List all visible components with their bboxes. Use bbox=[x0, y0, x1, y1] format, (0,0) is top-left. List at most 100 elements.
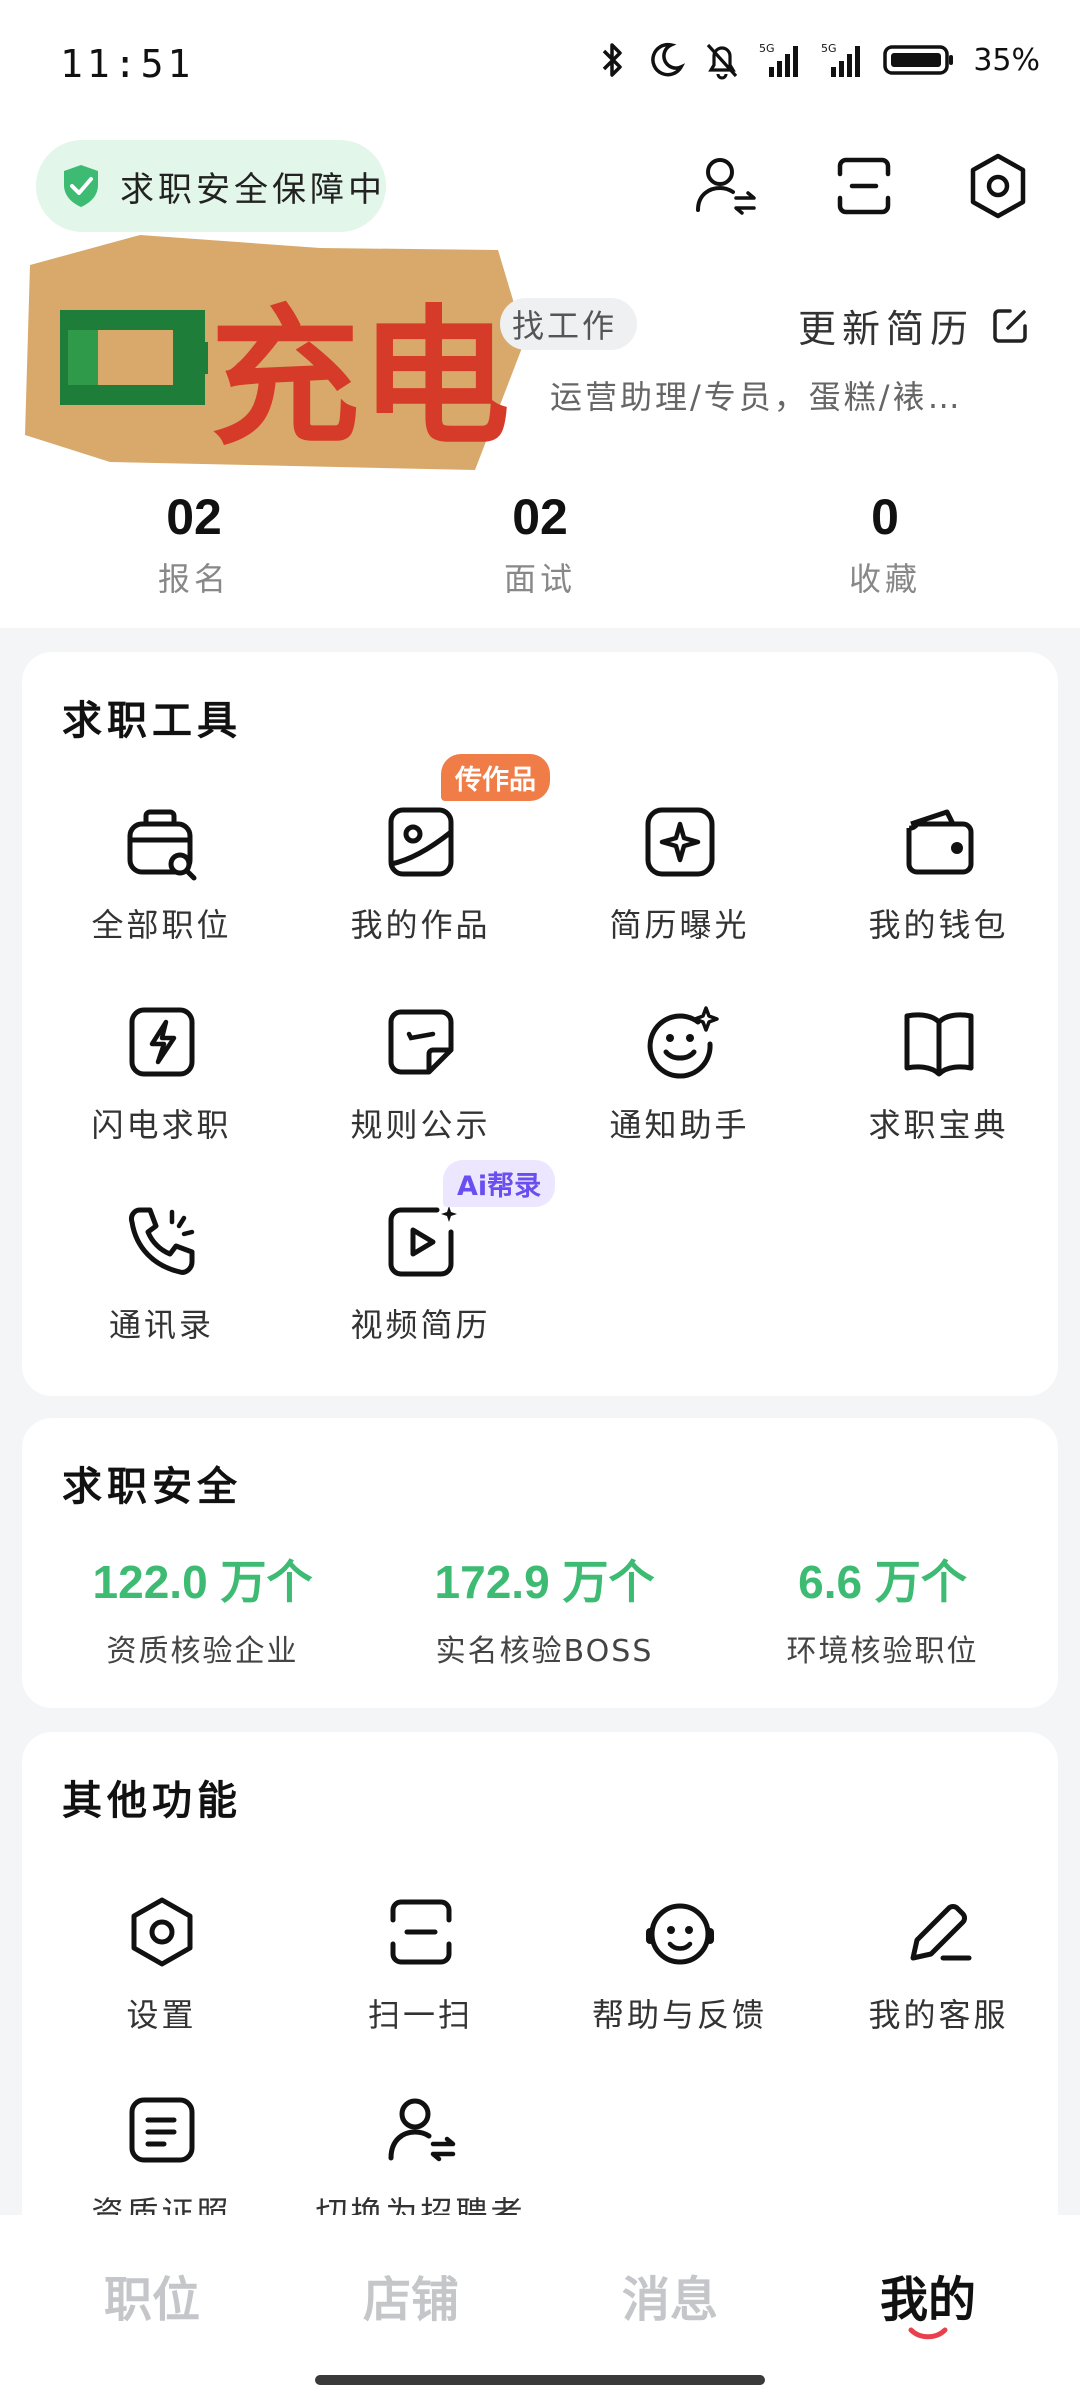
job-tools-card: 求职工具 全部职位 我的作品 传作品 简历曝光 我的钱包 闪电求职 规则公示 通… bbox=[22, 652, 1058, 1396]
job-safety-pill[interactable]: 求职安全保障中 bbox=[36, 140, 386, 232]
tool-label: 我的作品 bbox=[350, 906, 491, 944]
scan-icon bbox=[837, 157, 891, 215]
safety-stat-positions[interactable]: 6.6 万个 环境核验职位 bbox=[710, 1546, 1055, 1670]
rules-icon bbox=[388, 1009, 453, 1075]
avatar-sticker[interactable]: 充电 bbox=[20, 230, 530, 475]
active-tab-indicator bbox=[908, 2327, 948, 2340]
stat-favorites-number: 0 bbox=[871, 489, 899, 545]
status-time: 11:51 bbox=[60, 42, 195, 86]
tool-label: 求职宝典 bbox=[868, 1106, 1009, 1144]
job-safety-label: 求职安全保障中 bbox=[120, 169, 386, 210]
job-safety-card: 求职安全 122.0 万个 资质核验企业 172.9 万个 实名核验BOSS 6… bbox=[22, 1418, 1058, 1708]
tool-flash-apply[interactable]: 闪电求职 bbox=[32, 1002, 291, 1146]
signal-icon-1: 5G bbox=[759, 42, 799, 77]
stat-interview-label: 面试 bbox=[503, 560, 576, 598]
network-label-1: 5G bbox=[759, 42, 775, 55]
update-resume-label: 更新简历 bbox=[797, 307, 974, 351]
help-feedback-icon bbox=[645, 1903, 714, 1965]
other-functions-card: 其他功能 设置 扫一扫 帮助与反馈 我的客服 资质证照 切换为招聘者 bbox=[22, 1732, 1058, 2292]
tab-jobs[interactable]: 职位 bbox=[17, 2260, 287, 2330]
portfolio-icon bbox=[388, 807, 453, 877]
safety-stat-label: 环境核验职位 bbox=[786, 1634, 979, 1669]
video-resume-icon bbox=[388, 1206, 457, 1277]
moon-icon bbox=[651, 42, 686, 77]
tool-contacts[interactable]: 通讯录 bbox=[32, 1202, 291, 1346]
lightning-icon bbox=[129, 1007, 194, 1077]
sticker-text: 充电 bbox=[210, 292, 510, 466]
job-status-label: 找工作 bbox=[512, 307, 618, 345]
resume-boost-icon bbox=[645, 807, 714, 877]
signal-icon-2: 5G bbox=[821, 42, 861, 77]
tab-mine[interactable]: 我的 bbox=[793, 2260, 1063, 2330]
safety-stat-companies[interactable]: 122.0 万个 资质核验企业 bbox=[30, 1546, 375, 1670]
safety-stat-value: 122.0 万个 bbox=[92, 1556, 313, 1608]
safety-stat-value: 6.6 万个 bbox=[798, 1556, 967, 1608]
tool-resume-boost[interactable]: 简历曝光 bbox=[550, 802, 809, 946]
battery-icon bbox=[883, 45, 954, 75]
job-tools-title: 求职工具 bbox=[62, 698, 242, 744]
tool-label: 规则公示 bbox=[350, 1106, 491, 1144]
upload-works-tag: 传作品 bbox=[441, 754, 550, 801]
tool-wallet[interactable]: 我的钱包 bbox=[809, 802, 1068, 946]
safety-stat-value: 172.9 万个 bbox=[434, 1556, 655, 1608]
job-safety-title: 求职安全 bbox=[62, 1464, 242, 1510]
func-settings[interactable]: 设置 bbox=[32, 1892, 291, 2036]
tool-rules[interactable]: 规则公示 bbox=[291, 1002, 550, 1146]
func-label: 设置 bbox=[126, 1996, 197, 2034]
switch-role-icon bbox=[696, 158, 756, 215]
tool-label: 我的钱包 bbox=[868, 906, 1009, 944]
profile-header: 11:51 5G 5G 35% 求职安全保障中 充电 找工作 更新简历 运营助理… bbox=[0, 0, 1080, 628]
network-label-2: 5G bbox=[821, 42, 837, 55]
scan-button[interactable] bbox=[828, 150, 900, 222]
notify-assistant-icon bbox=[647, 1006, 719, 1079]
safety-stat-boss[interactable]: 172.9 万个 实名核验BOSS bbox=[372, 1546, 717, 1670]
tool-label: 通讯录 bbox=[108, 1306, 214, 1344]
tool-all-jobs[interactable]: 全部职位 bbox=[32, 802, 291, 946]
func-label: 我的客服 bbox=[868, 1996, 1009, 2034]
update-resume-button[interactable]: 更新简历 bbox=[798, 298, 1030, 353]
home-indicator[interactable] bbox=[315, 2375, 765, 2385]
tool-label: 闪电求职 bbox=[91, 1106, 232, 1144]
shield-check-icon bbox=[64, 165, 98, 207]
tool-job-guide[interactable]: 求职宝典 bbox=[809, 1002, 1068, 1146]
status-bar: 11:51 5G 5G 35% bbox=[0, 0, 1080, 130]
job-intent-text[interactable]: 运营助理/专员，蛋糕/裱… bbox=[550, 372, 963, 418]
tab-shops[interactable]: 店铺 bbox=[276, 2260, 546, 2330]
func-label: 扫一扫 bbox=[367, 1996, 473, 2034]
settings-button[interactable] bbox=[962, 150, 1034, 222]
tool-notify-assistant[interactable]: 通知助手 bbox=[550, 1002, 809, 1146]
func-switch-recruiter[interactable]: 切换为招聘者 bbox=[291, 2090, 550, 2234]
func-license[interactable]: 资质证照 bbox=[32, 2090, 291, 2234]
stat-favorites-label: 收藏 bbox=[848, 560, 921, 598]
other-functions-title: 其他功能 bbox=[62, 1778, 242, 1824]
func-customer-service[interactable]: 我的客服 bbox=[809, 1892, 1068, 2036]
stat-interview-number: 02 bbox=[512, 489, 568, 545]
tool-my-works[interactable]: 我的作品 传作品 bbox=[291, 754, 550, 946]
stat-favorites[interactable]: 0 收藏 bbox=[775, 488, 995, 600]
book-icon bbox=[904, 1012, 973, 1077]
tool-video-resume[interactable]: 视频简历 Ai帮录 bbox=[291, 1160, 556, 1346]
customer-service-icon bbox=[910, 1904, 971, 1961]
func-label: 帮助与反馈 bbox=[591, 1996, 767, 2034]
settings-icon bbox=[131, 1897, 192, 1967]
tab-messages[interactable]: 消息 bbox=[535, 2260, 805, 2330]
stat-applied-label: 报名 bbox=[157, 560, 230, 598]
safety-stat-label: 资质核验企业 bbox=[106, 1634, 299, 1669]
phone-contacts-icon bbox=[128, 1207, 194, 1275]
stat-applied[interactable]: 02 报名 bbox=[84, 488, 304, 600]
job-status-chip[interactable]: 找工作 bbox=[500, 298, 638, 350]
wallet-icon bbox=[906, 809, 973, 875]
stat-applied-number: 02 bbox=[166, 489, 222, 545]
edit-icon bbox=[993, 308, 1027, 343]
safety-stat-label: 实名核验BOSS bbox=[435, 1634, 654, 1669]
switch-role-icon bbox=[388, 2098, 455, 2162]
ai-record-tag: Ai帮录 bbox=[443, 1160, 556, 1207]
switch-role-button[interactable] bbox=[690, 150, 762, 222]
func-scan[interactable]: 扫一扫 bbox=[291, 1892, 550, 2036]
license-icon bbox=[129, 2097, 194, 2163]
bluetooth-icon bbox=[603, 43, 623, 77]
job-search-icon bbox=[127, 809, 196, 881]
tool-label: 简历曝光 bbox=[609, 906, 750, 944]
func-help-feedback[interactable]: 帮助与反馈 bbox=[550, 1892, 809, 2036]
stat-interview[interactable]: 02 面试 bbox=[430, 488, 650, 600]
